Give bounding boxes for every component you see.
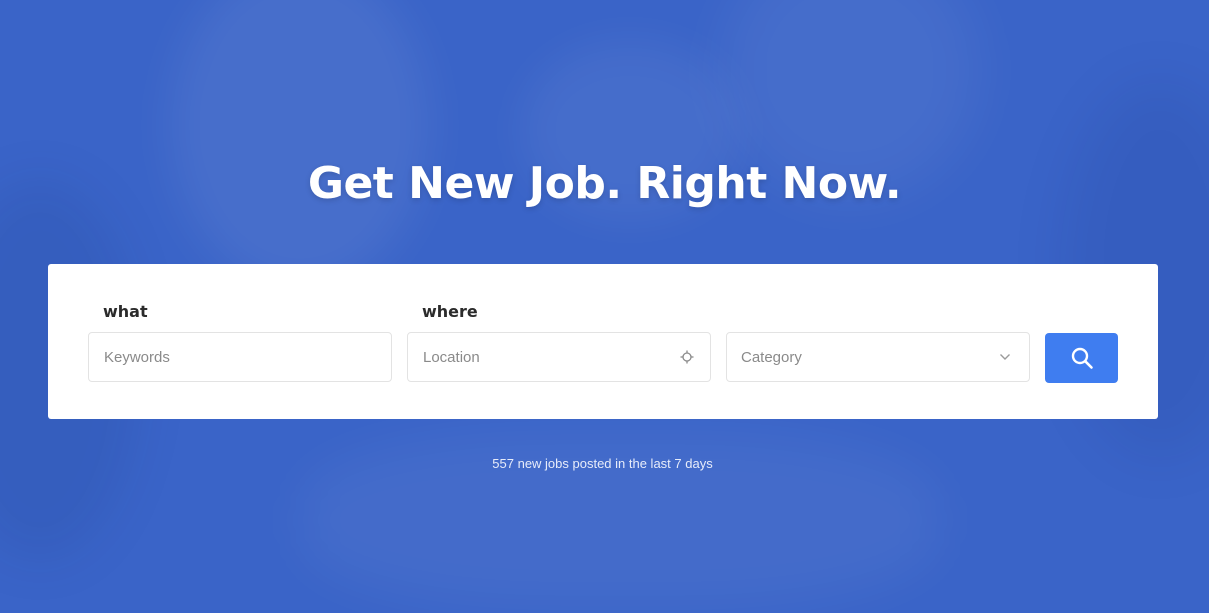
hero-title: Get New Job. Right Now. [307, 158, 902, 209]
location-field [407, 332, 711, 382]
background-blur [170, 0, 430, 290]
what-label: what [103, 302, 148, 321]
chevron-down-icon [1000, 354, 1010, 360]
search-button[interactable] [1045, 333, 1118, 383]
category-select[interactable]: Category [726, 332, 1030, 382]
hero-section: Get New Job. Right Now. what where Categ… [0, 0, 1209, 613]
jobs-count-text: 557 new jobs posted in the last 7 days [492, 456, 713, 471]
location-input[interactable] [408, 333, 710, 381]
crosshair-icon[interactable] [680, 350, 694, 364]
search-card: what where Category [48, 264, 1158, 419]
keywords-field [88, 332, 392, 382]
category-selected-value: Category [741, 349, 802, 366]
where-label: where [422, 302, 478, 321]
keywords-input[interactable] [89, 333, 391, 381]
search-icon [1071, 347, 1093, 369]
